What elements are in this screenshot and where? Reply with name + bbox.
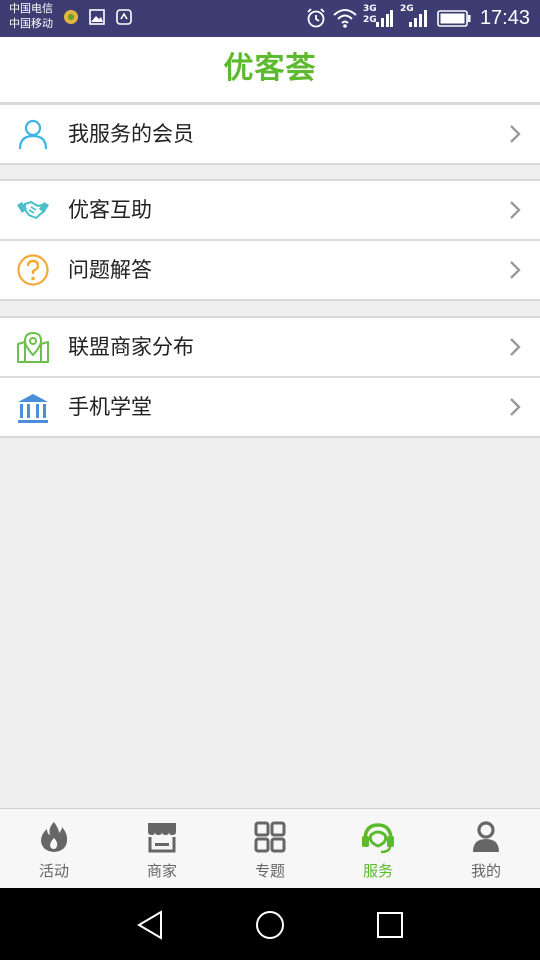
carrier-2: 中国移动 (9, 17, 53, 30)
menu-item-label: 优客互助 (68, 198, 152, 222)
menu-item-label: 联盟商家分布 (68, 335, 194, 359)
tab-topics[interactable]: 专题 (216, 809, 324, 888)
menu-item-qa[interactable]: 问题解答 (0, 239, 540, 297)
menu-item-label: 手机学堂 (68, 395, 152, 419)
system-navigation-bar (0, 888, 540, 960)
chevron-right-icon (510, 261, 521, 279)
grid-icon (254, 821, 286, 853)
wifi-icon (333, 9, 357, 28)
headset-icon (362, 823, 394, 854)
person-icon (473, 821, 499, 852)
tab-services[interactable]: 服务 (324, 809, 432, 888)
signal-strength-icon-1 (376, 10, 393, 27)
menu-group-3: 联盟商家分布 手机学堂 (0, 316, 540, 438)
chevron-right-icon (510, 398, 521, 416)
battery-icon (437, 10, 471, 27)
tab-label: 服务 (362, 862, 393, 880)
menu-item-mutual-help[interactable]: 优客互助 (0, 181, 540, 239)
chevron-right-icon (510, 201, 521, 219)
alarm-icon (307, 8, 325, 28)
bottom-tab-bar: 活动 商家 专题 服务 我的 (0, 808, 540, 888)
menu-item-merchant-map[interactable]: 联盟商家分布 (0, 318, 540, 376)
menu-item-mobile-school[interactable]: 手机学堂 (0, 376, 540, 434)
carrier-info: 中国电信 中国移动 (9, 1, 53, 31)
tab-label: 活动 (38, 862, 69, 880)
flame-icon (41, 822, 68, 852)
home-icon[interactable] (254, 909, 286, 941)
handshake-icon (17, 200, 49, 220)
app-header: 优客荟 (0, 37, 540, 104)
carrier-1: 中国电信 (9, 2, 53, 15)
menu-item-label: 我服务的会员 (68, 122, 194, 146)
recent-apps-icon[interactable] (374, 909, 406, 941)
signal-strength-icon-2 (409, 10, 427, 27)
back-icon[interactable] (135, 909, 167, 941)
tab-activities[interactable]: 活动 (0, 809, 108, 888)
tab-merchants[interactable]: 商家 (108, 809, 216, 888)
tab-label: 商家 (146, 862, 177, 880)
school-icon (18, 394, 48, 423)
map-pin-icon (17, 331, 49, 363)
user-icon (18, 119, 48, 150)
chevron-right-icon (510, 125, 521, 143)
store-notification-icon (116, 9, 132, 25)
question-icon (17, 254, 49, 286)
status-bar: 中国电信 中国移动 3G 2G 2G 17:43 (0, 0, 540, 37)
tab-label: 我的 (470, 862, 501, 880)
menu-item-my-members[interactable]: 我服务的会员 (0, 105, 540, 163)
menu-group-1: 我服务的会员 (0, 103, 540, 165)
app-title: 优客荟 (223, 51, 317, 86)
tab-label: 专题 (254, 862, 285, 880)
chevron-right-icon (510, 338, 521, 356)
menu-item-label: 问题解答 (68, 258, 152, 282)
app-notification-icon (64, 10, 78, 24)
tab-mine[interactable]: 我的 (432, 809, 540, 888)
clock: 17:43 (479, 7, 530, 29)
menu-group-2: 优客互助 问题解答 (0, 179, 540, 301)
image-notification-icon (89, 9, 105, 25)
store-icon (148, 823, 176, 853)
